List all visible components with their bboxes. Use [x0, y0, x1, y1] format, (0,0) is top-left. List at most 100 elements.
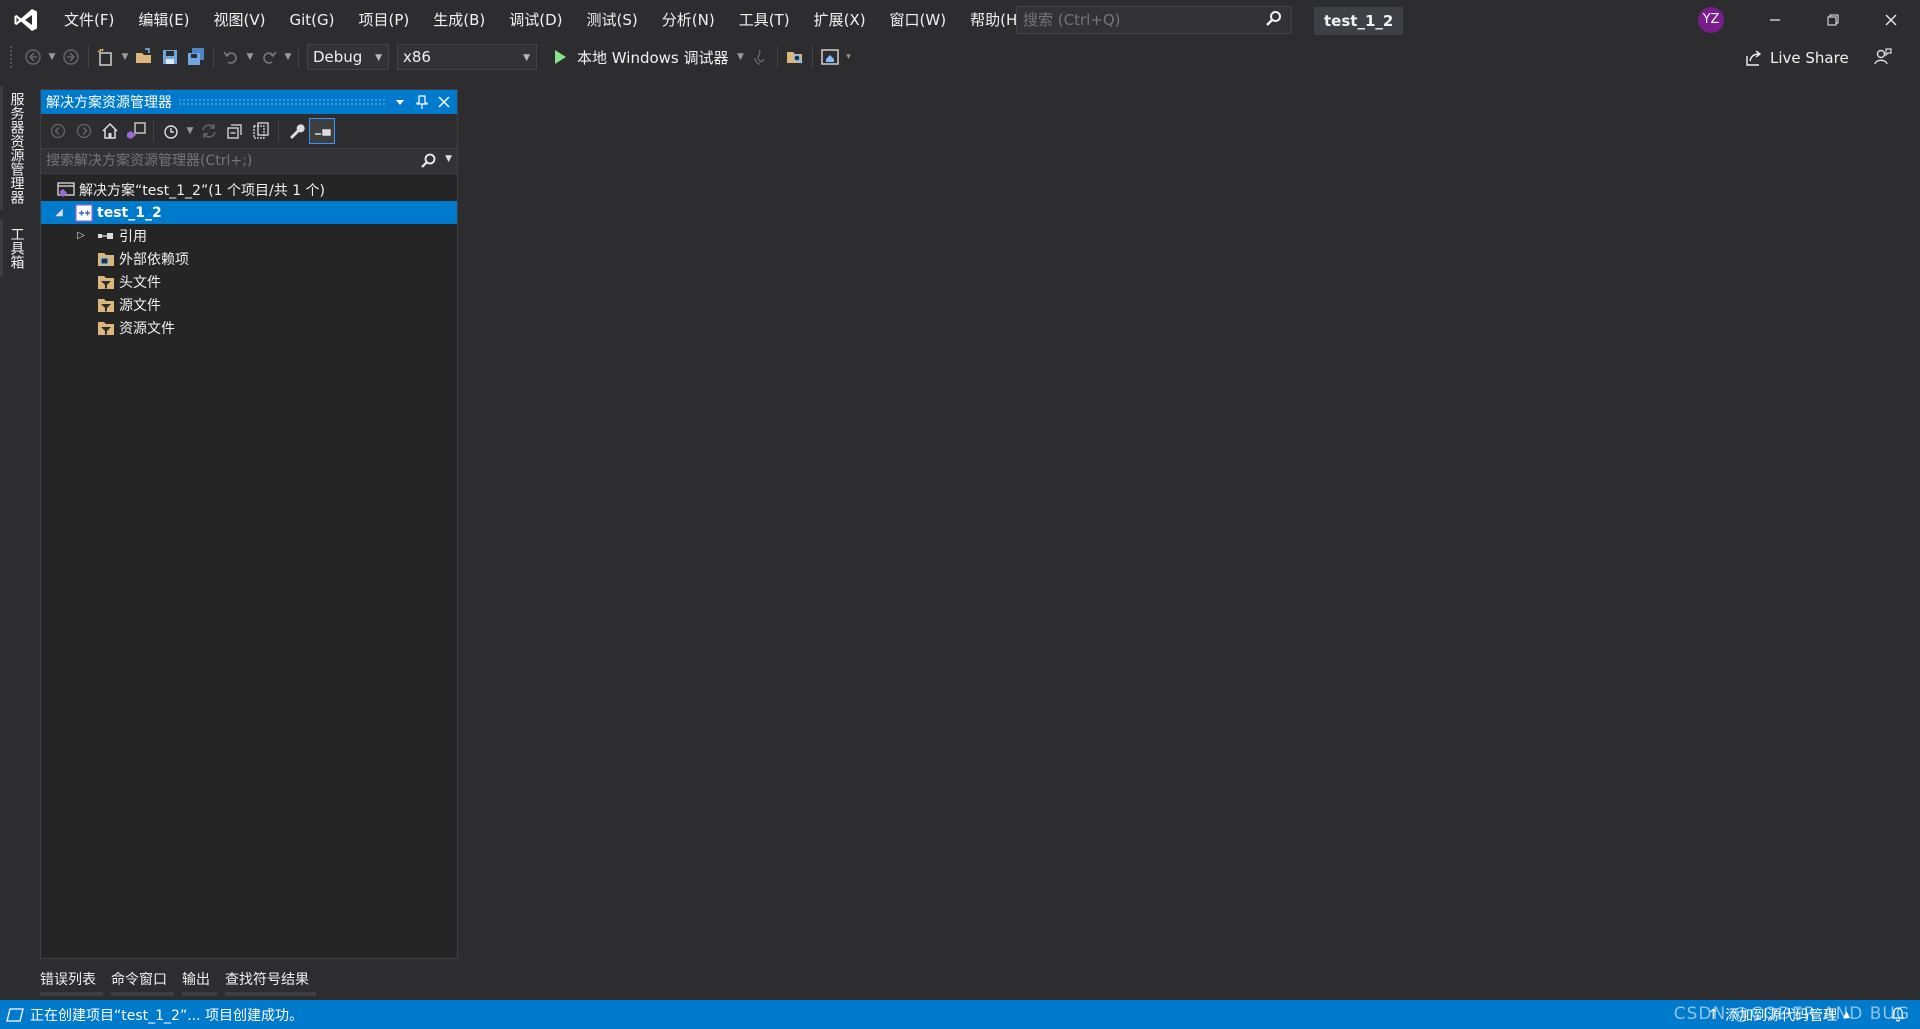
save-icon — [163, 50, 177, 64]
debug-target-dropdown[interactable]: ▼ — [735, 44, 747, 70]
navigate-forward-button[interactable] — [58, 44, 84, 70]
solution-platform-value: x86 — [403, 48, 431, 66]
menu-bar: 文件(F) 编辑(E) 视图(V) Git(G) 项目(P) 生成(B) 调试(… — [52, 0, 1035, 40]
se-show-all-files-button[interactable] — [248, 118, 274, 144]
menu-debug[interactable]: 调试(D) — [497, 0, 574, 40]
browser-link-button[interactable] — [817, 44, 843, 70]
window-position-button[interactable] — [391, 93, 409, 111]
se-home-button[interactable] — [97, 118, 123, 144]
solution-tree: 解决方案“test_1_2”(1 个项目/共 1 个) ◢ test_1_2 ▷… — [41, 174, 457, 339]
output-tab[interactable]: 输出 — [182, 966, 217, 996]
add-to-source-control-button[interactable]: ↑ 添加到源代码管理 ▲ — [1707, 1000, 1850, 1029]
expanded-triangle-icon[interactable]: ◢ — [51, 205, 67, 221]
pin-icon — [416, 95, 428, 109]
live-share-label: Live Share — [1770, 49, 1849, 67]
live-share-button[interactable]: Live Share — [1744, 45, 1849, 71]
new-project-button[interactable] — [93, 44, 119, 70]
search-options-dropdown[interactable]: ▼ — [445, 154, 452, 164]
navigate-back-dropdown[interactable]: ▼ — [46, 44, 58, 70]
solution-explorer-search[interactable]: ▼ — [41, 148, 457, 174]
se-forward-button[interactable] — [71, 118, 97, 144]
standard-toolbar: ▼ ▼ ▼ ▼ Debug ▼ x86 ▼ 本地 Windows 调试器 ▼ ▾… — [0, 40, 1920, 74]
menu-git[interactable]: Git(G) — [278, 0, 347, 40]
save-button[interactable] — [157, 44, 183, 70]
hot-reload-button[interactable] — [747, 44, 773, 70]
search-icon[interactable] — [419, 152, 437, 174]
error-list-tab[interactable]: 错误列表 — [40, 966, 103, 996]
auto-hide-button[interactable] — [413, 93, 431, 111]
solution-explorer-search-input[interactable] — [46, 153, 406, 169]
start-debugging-button[interactable]: 本地 Windows 调试器 — [545, 44, 735, 70]
undo-button[interactable] — [218, 44, 244, 70]
notifications-button[interactable] — [1890, 1006, 1906, 1026]
server-explorer-tab[interactable]: 服务器资源管理器 — [0, 86, 30, 210]
tree-item-header-files[interactable]: 头文件 — [41, 270, 457, 293]
tree-item-resource-files[interactable]: 资源文件 — [41, 316, 457, 339]
solution-explorer-titlebar[interactable]: 解决方案资源管理器 — [41, 90, 457, 114]
find-symbol-results-tab[interactable]: 查找符号结果 — [225, 966, 316, 996]
menu-test[interactable]: 测试(S) — [575, 0, 650, 40]
status-message: 正在创建项目“test_1_2”... 项目创建成功。 — [30, 1007, 304, 1024]
undo-dropdown[interactable]: ▼ — [244, 44, 256, 70]
se-collapse-all-button[interactable] — [222, 118, 248, 144]
menu-extensions[interactable]: 扩展(X) — [802, 0, 878, 40]
redo-button[interactable] — [256, 44, 282, 70]
menu-edit[interactable]: 编辑(E) — [126, 0, 201, 40]
solution-configuration-select[interactable]: Debug ▼ — [307, 44, 389, 70]
menu-project[interactable]: 项目(P) — [347, 0, 422, 40]
close-window-button[interactable] — [1862, 0, 1920, 40]
se-properties-button[interactable] — [283, 118, 309, 144]
tree-project-node[interactable]: ◢ test_1_2 — [41, 201, 457, 224]
navigate-back-button[interactable] — [20, 44, 46, 70]
preview-icon — [315, 129, 331, 136]
user-avatar[interactable]: YZ — [1698, 7, 1724, 33]
visual-studio-logo — [0, 0, 52, 40]
toolbar-overflow-dropdown[interactable]: ▾ — [843, 44, 855, 70]
tree-item-label: 外部依赖项 — [119, 251, 189, 268]
menu-build[interactable]: 生成(B) — [421, 0, 497, 40]
se-preview-selected-items-button[interactable] — [309, 118, 335, 144]
se-pending-changes-filter-button[interactable] — [158, 118, 184, 144]
start-debugging-label: 本地 Windows 调试器 — [577, 48, 729, 67]
filter-folder-icon — [97, 273, 115, 291]
close-panel-button[interactable] — [435, 93, 453, 111]
clock-filter-icon — [164, 125, 178, 139]
se-sync-button[interactable] — [196, 118, 222, 144]
find-in-files-button[interactable] — [782, 44, 808, 70]
toolbox-tab[interactable]: 工具箱 — [0, 220, 30, 276]
command-window-tab[interactable]: 命令窗口 — [111, 966, 174, 996]
tree-solution-node[interactable]: 解决方案“test_1_2”(1 个项目/共 1 个) — [41, 178, 457, 201]
tree-item-external-dependencies[interactable]: 外部依赖项 — [41, 247, 457, 270]
toolbar-grip[interactable] — [10, 46, 14, 68]
save-all-button[interactable] — [183, 44, 209, 70]
collapsed-triangle-icon[interactable]: ▷ — [73, 228, 89, 244]
restore-button[interactable] — [1804, 0, 1862, 40]
menu-tools[interactable]: 工具(T) — [727, 0, 802, 40]
menu-file[interactable]: 文件(F) — [52, 0, 126, 40]
collapse-all-icon — [227, 124, 242, 139]
filter-folder-icon — [97, 296, 115, 314]
global-search-input[interactable] — [1023, 11, 1259, 29]
tree-item-references[interactable]: ▷ 引用 — [41, 224, 457, 247]
global-search[interactable] — [1016, 6, 1292, 34]
menu-window[interactable]: 窗口(W) — [878, 0, 959, 40]
se-switch-views-button[interactable] — [123, 118, 149, 144]
solution-platform-select[interactable]: x86 ▼ — [397, 44, 537, 70]
open-file-button[interactable] — [131, 44, 157, 70]
se-back-button[interactable] — [45, 118, 71, 144]
tree-item-source-files[interactable]: 源文件 — [41, 293, 457, 316]
feedback-button[interactable] — [1870, 44, 1896, 70]
menu-view[interactable]: 视图(V) — [202, 0, 278, 40]
redo-dropdown[interactable]: ▼ — [282, 44, 294, 70]
toolbar-separator — [776, 46, 778, 68]
toolbar-separator — [278, 120, 279, 142]
menu-analyze[interactable]: 分析(N) — [650, 0, 727, 40]
toolbar-separator — [811, 46, 813, 68]
new-project-dropdown[interactable]: ▼ — [119, 44, 131, 70]
window-home-icon — [820, 49, 839, 65]
search-icon[interactable] — [1265, 10, 1283, 32]
tree-project-label: test_1_2 — [97, 204, 162, 221]
se-filter-dropdown[interactable]: ▼ — [184, 118, 196, 144]
minimize-button[interactable] — [1746, 0, 1804, 40]
open-folder-icon — [136, 48, 151, 63]
